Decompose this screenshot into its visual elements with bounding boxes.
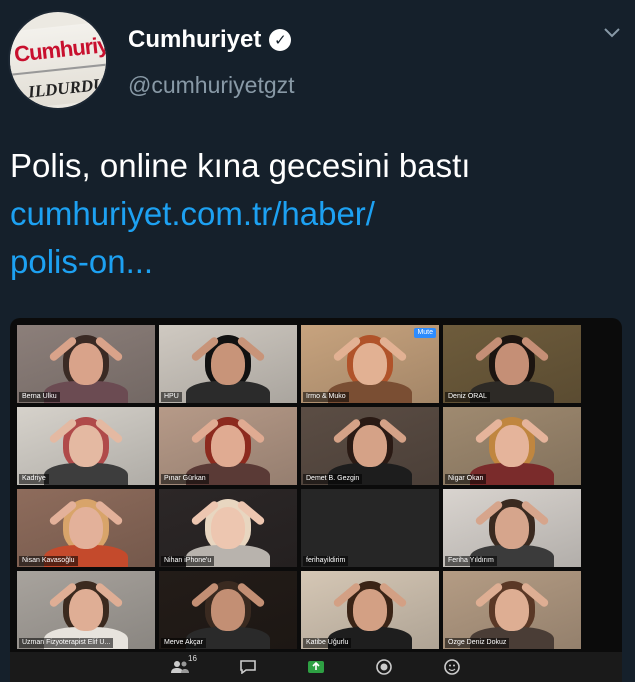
- participant-name: Katibe Uğurlu: [303, 638, 352, 648]
- participant-tile: Katibe Uğurlu: [301, 571, 439, 649]
- participant-name: ferihayildirim: [303, 556, 349, 566]
- chat-icon: [238, 657, 258, 677]
- record-icon: [374, 657, 394, 677]
- participant-name: Deniz ORAL: [445, 392, 490, 402]
- verified-badge-icon: ✓: [269, 29, 292, 51]
- more-options-chevron-icon[interactable]: [604, 28, 620, 42]
- participant-name: Berna Ulku: [19, 392, 60, 402]
- tweet-card: Cumhuriyet ILDURDUR Cumhuriyet ✓ @cumhur…: [0, 0, 635, 682]
- participant-tile: Kadriye: [17, 407, 155, 485]
- user-handle[interactable]: @cumhuriyetgzt: [128, 72, 295, 99]
- display-name[interactable]: Cumhuriyet: [128, 26, 261, 54]
- video-call-grid: Berna Ulku HPU Mute Irmo & Muko Deniz ORAL Ka…: [17, 325, 581, 649]
- participant-face: [69, 425, 103, 467]
- participant-name: Demet B. Gezgin: [303, 474, 363, 484]
- participant-face: [495, 343, 529, 385]
- participant-face: [69, 507, 103, 549]
- participant-face: [211, 589, 245, 631]
- share-screen-icon: [306, 657, 326, 677]
- participant-face: [211, 425, 245, 467]
- author-name-row[interactable]: Cumhuriyet ✓: [128, 26, 292, 54]
- participant-tile: Deniz ORAL: [443, 325, 581, 403]
- tweet-headline: Polis, online kına gecesini bastı: [10, 147, 471, 184]
- participant-face: [353, 343, 387, 385]
- participant-name: Kadriye: [19, 474, 49, 484]
- participant-face: [211, 343, 245, 385]
- participant-count: 16: [188, 654, 197, 663]
- tweet-link-line-2[interactable]: polis-on...: [10, 238, 610, 286]
- participant-name: Nihan iPhone'u: [161, 556, 215, 566]
- participant-tile: Merve Akçar: [159, 571, 297, 649]
- participant-face: [495, 589, 529, 631]
- participant-name: Özge Deniz Dokuz: [445, 638, 510, 648]
- participant-name: Irmo & Muko: [303, 392, 349, 402]
- participant-tile: Demet B. Gezgin: [301, 407, 439, 485]
- participant-face: [495, 507, 529, 549]
- participant-tile: Özge Deniz Dokuz: [443, 571, 581, 649]
- participant-name: Uzman Fizyoterapist Elif U...: [19, 638, 114, 648]
- participant-tile: Feriha Yıldırım: [443, 489, 581, 567]
- participant-name: HPU: [161, 392, 182, 402]
- participant-tile: Mute Irmo & Muko: [301, 325, 439, 403]
- participant-name: Nigar Okan: [445, 474, 487, 484]
- participant-face: [69, 589, 103, 631]
- participants-icon: 16: [170, 654, 197, 677]
- mute-badge: Mute: [414, 328, 436, 338]
- attached-photo[interactable]: Berna Ulku HPU Mute Irmo & Muko Deniz ORAL Ka…: [10, 318, 622, 682]
- participant-face: [211, 507, 245, 549]
- video-call-toolbar: 16: [10, 652, 622, 682]
- participant-face: [353, 589, 387, 631]
- participant-face: [69, 343, 103, 385]
- participant-tile: Berna Ulku: [17, 325, 155, 403]
- participant-name: Merve Akçar: [161, 638, 206, 648]
- participant-name: Nisan Kavasoğlu: [19, 556, 78, 566]
- reactions-icon: [442, 657, 462, 677]
- tweet-link-line-1[interactable]: cumhuriyet.com.tr/haber/: [10, 190, 610, 238]
- participant-tile: HPU: [159, 325, 297, 403]
- participant-tile: Nihan iPhone'u: [159, 489, 297, 567]
- participant-tile: Uzman Fizyoterapist Elif U...: [17, 571, 155, 649]
- participant-name: Feriha Yıldırım: [445, 556, 497, 566]
- participant-name: Pınar Gürkan: [161, 474, 209, 484]
- participant-face: [495, 425, 529, 467]
- participant-tile: Nisan Kavasoğlu: [17, 489, 155, 567]
- participant-tile: Nigar Okan: [443, 407, 581, 485]
- profile-avatar[interactable]: Cumhuriyet ILDURDUR: [8, 10, 108, 110]
- participant-tile: ferihayildirim: [301, 489, 439, 567]
- tweet-text: Polis, online kına gecesini bastı cumhur…: [10, 142, 610, 286]
- participant-face: [353, 425, 387, 467]
- participant-tile: Pınar Gürkan: [159, 407, 297, 485]
